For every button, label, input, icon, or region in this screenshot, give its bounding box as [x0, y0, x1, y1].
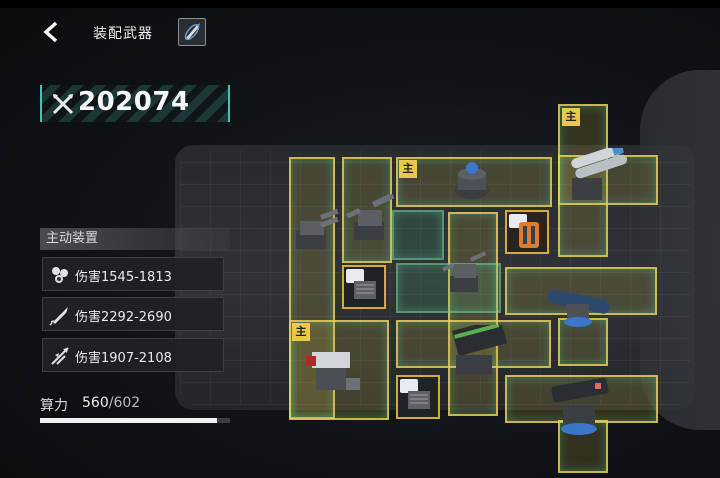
chevron-left-icon: [43, 21, 58, 43]
main-slot-tag: 主: [399, 160, 417, 178]
rocket-icon: [184, 23, 200, 41]
module-chip-1[interactable]: [342, 265, 386, 309]
shield-generator-weapon[interactable]: [452, 160, 492, 202]
torpedo-launcher-weapon[interactable]: [562, 148, 632, 210]
page-title: 装配武器: [93, 26, 153, 42]
circuit-chip-icon: [354, 281, 376, 299]
device-damage-label: 伤害1545-1813: [75, 270, 172, 285]
crossed-swords-icon: [52, 93, 74, 115]
slot-column-center[interactable]: [448, 212, 498, 416]
main-slot-tag: 主: [562, 108, 580, 126]
compute-max: /602: [108, 395, 141, 411]
missile-pod-weapon[interactable]: [440, 325, 510, 385]
combat-power-banner: 202074: [40, 85, 230, 122]
compute-value: 560/602: [82, 395, 140, 411]
circuit-chip-icon: [408, 391, 430, 409]
missile-icon: [49, 307, 68, 326]
compute-progress-fill: [40, 418, 217, 423]
slot-cell-c[interactable]: [392, 210, 444, 260]
device-item-3[interactable]: 伤害1907-2108: [42, 338, 224, 372]
heavy-rail-cannon-weapon[interactable]: [545, 375, 615, 441]
module-chip-2[interactable]: [396, 375, 440, 419]
gatling-turret-weapon[interactable]: [440, 250, 488, 298]
back-button[interactable]: [38, 20, 66, 46]
heavy-cannon-turret-weapon[interactable]: [342, 194, 396, 246]
railgun-weapon[interactable]: [545, 274, 617, 334]
top-bar: [0, 0, 720, 8]
game-screen: 装配武器 202074 主动装置 伤害1545-1813 伤害2292-2690: [0, 0, 720, 478]
device-damage-label: 伤害1907-2108: [75, 351, 172, 366]
device-item-2[interactable]: 伤害2292-2690: [42, 297, 224, 331]
compute-used: 560: [82, 395, 109, 411]
compute-label: 算力: [40, 398, 68, 414]
module-chip-3[interactable]: [505, 210, 549, 254]
plasma-cannon-weapon[interactable]: [302, 338, 364, 400]
compute-progress-bar: [40, 418, 230, 423]
drone-swarm-icon: [52, 267, 68, 283]
twin-cannon-turret-weapon[interactable]: [286, 205, 340, 255]
combat-power-value: 202074: [78, 87, 190, 117]
device-item-1[interactable]: 伤害1545-1813: [42, 257, 224, 291]
power-cell-icon: [519, 222, 539, 248]
active-devices-header: 主动装置: [40, 228, 230, 250]
strike-fighters-icon: [51, 347, 69, 365]
rocket-toggle-button[interactable]: [178, 18, 206, 46]
device-damage-label: 伤害2292-2690: [75, 310, 172, 325]
